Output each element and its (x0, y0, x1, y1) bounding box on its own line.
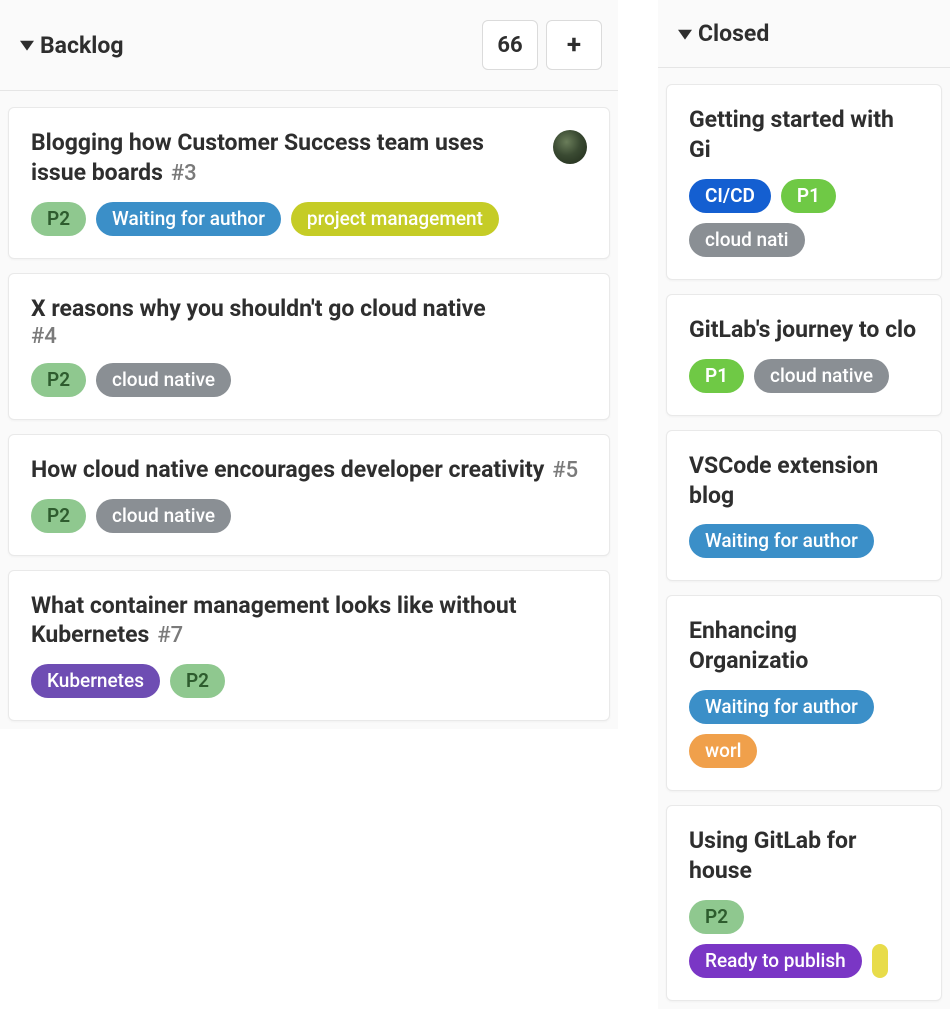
label-p2[interactable]: P2 (31, 202, 86, 236)
issue-ref: #3 (171, 161, 197, 186)
label-cloud-native[interactable]: cloud native (96, 363, 231, 397)
issue-card[interactable]: Blogging how Customer Success team uses … (8, 107, 610, 259)
labels-row: P2 Ready to publish (689, 900, 919, 978)
label-cicd[interactable]: CI/CD (689, 179, 771, 213)
card-title: Using GitLab for house (689, 827, 856, 884)
card-title: How cloud native encourages developer cr… (31, 456, 544, 483)
card-title: Blogging how Customer Success team uses … (31, 129, 484, 186)
label-project-management[interactable]: project management (291, 202, 499, 236)
issue-card[interactable]: Using GitLab for house P2 Ready to publi… (666, 805, 942, 1001)
label-p2[interactable]: P2 (31, 499, 86, 533)
label-ready-to-publish[interactable]: Ready to publish (689, 944, 862, 978)
column-backlog: Backlog 66 + Blogging how Customer Succe… (0, 0, 618, 692)
label-waiting-for-author[interactable]: Waiting for author (689, 690, 874, 724)
add-issue-button[interactable]: + (546, 20, 602, 70)
labels-row: P1 cloud native (689, 359, 919, 393)
column-header-closed: Closed (658, 0, 950, 68)
label-cloud-native[interactable]: cloud nati (689, 223, 805, 257)
cards-list-backlog: Blogging how Customer Success team uses … (0, 91, 618, 729)
card-title: Enhancing Organizatio (689, 617, 808, 674)
label-p1[interactable]: P1 (689, 359, 744, 393)
card-title: VSCode extension blog (689, 452, 878, 509)
column-closed: Closed Getting started with Gi CI/CD P1 … (658, 0, 950, 692)
card-header: Blogging how Customer Success team uses … (31, 128, 587, 188)
label-work[interactable]: worl (689, 734, 757, 768)
label-p2[interactable]: P2 (170, 664, 225, 698)
label-p2[interactable]: P2 (31, 363, 86, 397)
labels-row: Waiting for author worl (689, 690, 919, 768)
issue-ref: #5 (552, 458, 578, 483)
label-cloud-native[interactable]: cloud native (754, 359, 889, 393)
column-header-left[interactable]: Closed (678, 20, 769, 47)
label-p2[interactable]: P2 (689, 900, 744, 934)
card-title: What container management looks like wit… (31, 592, 517, 649)
column-title-backlog: Backlog (40, 32, 123, 59)
cards-list-closed: Getting started with Gi CI/CD P1 cloud n… (658, 68, 950, 1009)
label-kubernetes[interactable]: Kubernetes (31, 664, 160, 698)
labels-row: P2 cloud native (31, 499, 587, 533)
labels-row: P2 cloud native (31, 363, 587, 397)
board-container: Backlog 66 + Blogging how Customer Succe… (0, 0, 950, 692)
plus-icon: + (567, 32, 581, 58)
issue-card[interactable]: X reasons why you shouldn't go cloud nat… (8, 273, 610, 420)
label-p1[interactable]: P1 (781, 179, 836, 213)
labels-row: Waiting for author (689, 524, 919, 558)
issue-ref: #7 (157, 623, 183, 648)
labels-row: Kubernetes P2 (31, 664, 587, 698)
column-header-backlog: Backlog 66 + (0, 0, 618, 91)
labels-row: P2 Waiting for author project management (31, 202, 587, 236)
caret-down-icon (20, 38, 34, 52)
caret-down-icon (678, 27, 692, 41)
label-extra[interactable] (872, 944, 888, 978)
issue-card[interactable]: How cloud native encourages developer cr… (8, 434, 610, 556)
labels-row: CI/CD P1 cloud nati (689, 179, 919, 257)
header-controls: 66 + (482, 20, 602, 70)
issue-count: 66 (482, 20, 538, 70)
issue-card[interactable]: Getting started with Gi CI/CD P1 cloud n… (666, 84, 942, 280)
column-header-left[interactable]: Backlog (20, 32, 123, 59)
assignee-avatar[interactable] (553, 130, 587, 164)
issue-card[interactable]: VSCode extension blog Waiting for author (666, 430, 942, 582)
card-title: Getting started with Gi (689, 106, 894, 163)
card-title: GitLab's journey to clo (689, 316, 916, 343)
issue-card[interactable]: What container management looks like wit… (8, 570, 610, 722)
label-cloud-native[interactable]: cloud native (96, 499, 231, 533)
label-waiting-for-author[interactable]: Waiting for author (96, 202, 281, 236)
column-title-closed: Closed (698, 20, 769, 47)
issue-card[interactable]: GitLab's journey to clo P1 cloud native (666, 294, 942, 416)
label-waiting-for-author[interactable]: Waiting for author (689, 524, 874, 558)
card-title: X reasons why you shouldn't go cloud nat… (31, 295, 486, 322)
issue-ref: #4 (31, 324, 57, 349)
issue-card[interactable]: Enhancing Organizatio Waiting for author… (666, 595, 942, 791)
